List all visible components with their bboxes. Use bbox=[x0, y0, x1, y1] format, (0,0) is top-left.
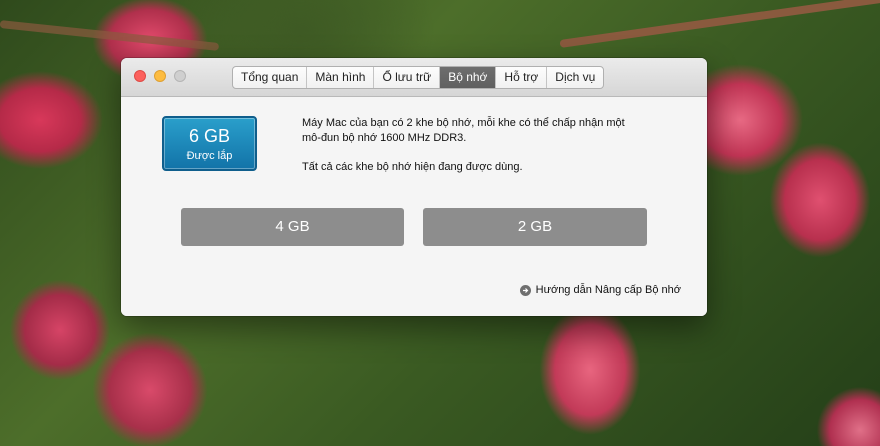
memory-upgrade-link[interactable]: Hướng dẫn Nâng cấp Bộ nhớ bbox=[519, 284, 681, 296]
wallpaper-branch bbox=[0, 20, 220, 51]
tab-memory[interactable]: Bộ nhớ bbox=[440, 67, 497, 88]
installed-memory-badge: 6 GB Được lắp bbox=[162, 116, 257, 171]
close-window-button[interactable] bbox=[134, 70, 146, 82]
title-bar: Tổng quan Màn hình Ổ lưu trữ Bộ nhớ Hỗ t… bbox=[121, 58, 707, 97]
memory-description: Máy Mac của bạn có 2 khe bộ nhớ, mỗi khe… bbox=[302, 116, 642, 189]
tab-bar: Tổng quan Màn hình Ổ lưu trữ Bộ nhớ Hỗ t… bbox=[232, 66, 605, 89]
tab-displays[interactable]: Màn hình bbox=[307, 67, 375, 88]
memory-upgrade-link-label: Hướng dẫn Nâng cấp Bộ nhớ bbox=[535, 284, 681, 296]
arrow-right-circle-icon bbox=[519, 284, 531, 296]
memory-panel: 6 GB Được lắp Máy Mac của bạn có 2 khe b… bbox=[121, 97, 707, 316]
installed-memory-amount: 6 GB bbox=[188, 126, 231, 146]
tab-service[interactable]: Dịch vụ bbox=[547, 67, 603, 88]
memory-slot-1: 4 GB bbox=[181, 208, 404, 246]
memory-slot-status: Tất cả các khe bộ nhớ hiện đang được dùn… bbox=[302, 161, 523, 173]
memory-slot-2: 2 GB bbox=[423, 208, 647, 246]
zoom-window-button[interactable] bbox=[174, 70, 186, 82]
tab-storage[interactable]: Ổ lưu trữ bbox=[374, 67, 441, 88]
installed-memory-label: Được lắp bbox=[186, 150, 233, 162]
tab-support[interactable]: Hỗ trợ bbox=[496, 67, 548, 88]
tab-overview[interactable]: Tổng quan bbox=[233, 67, 308, 88]
minimize-window-button[interactable] bbox=[154, 70, 166, 82]
about-this-mac-window: Tổng quan Màn hình Ổ lưu trữ Bộ nhớ Hỗ t… bbox=[121, 58, 707, 316]
wallpaper-branch bbox=[559, 0, 880, 48]
memory-slot-info: Máy Mac của bạn có 2 khe bộ nhớ, mỗi khe… bbox=[302, 117, 625, 144]
